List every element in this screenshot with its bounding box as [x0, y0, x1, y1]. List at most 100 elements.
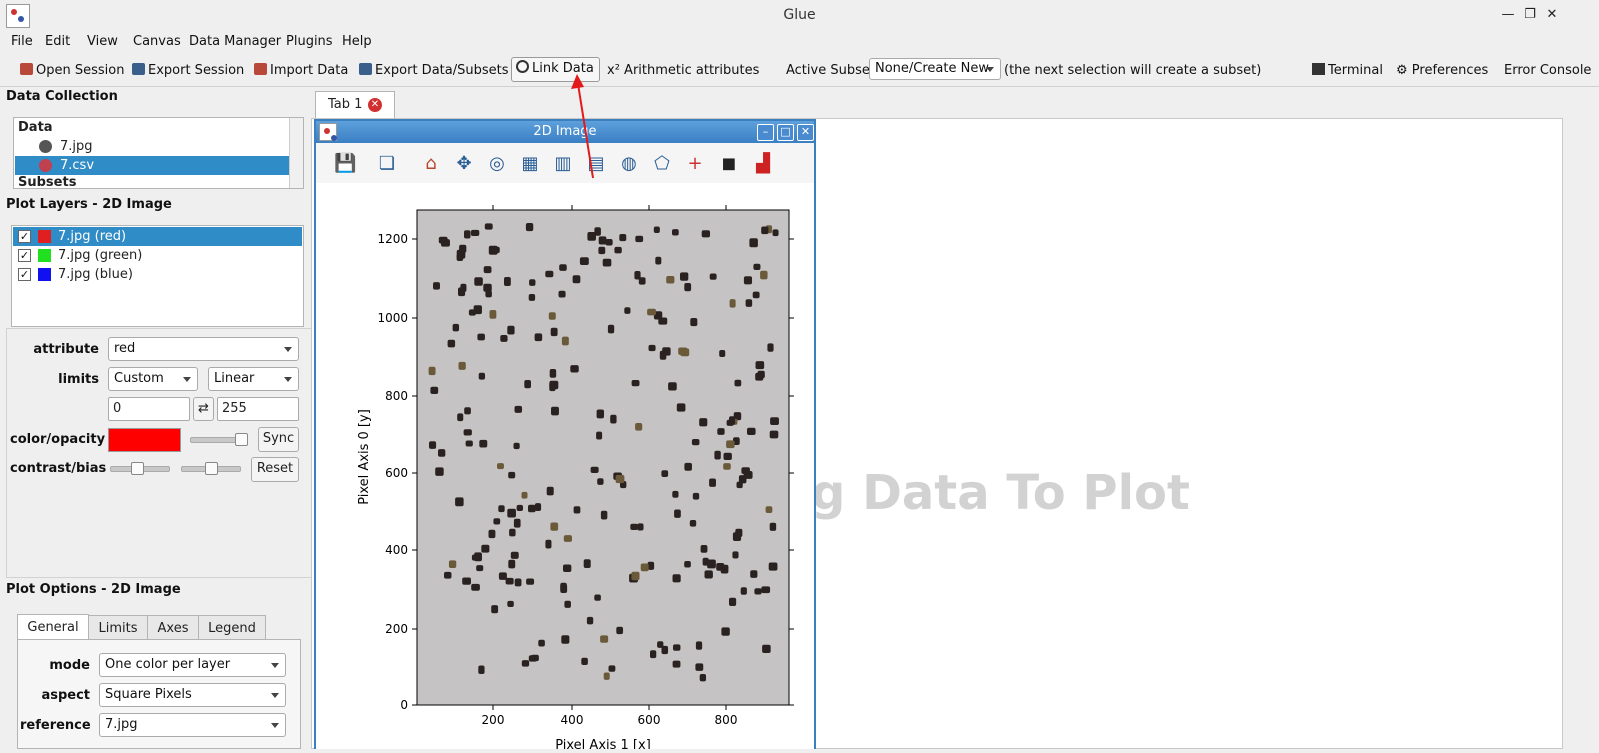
attribute-label: attribute — [33, 342, 99, 357]
image-viewer-window[interactable]: 2D Image – □ ✕ 💾 ❏ ⌂ ✥ ◎ ▦ ▥ ▤ ◍ ⬠ + ◼ ▟… — [314, 119, 816, 753]
import-data-button[interactable]: Import Data — [254, 61, 348, 81]
speck — [635, 235, 644, 243]
home-icon[interactable]: ⌂ — [420, 153, 442, 175]
data-collection-title: Data Collection — [6, 89, 118, 104]
mode-value: One color per layer — [105, 657, 231, 672]
y-tick-label: 600 — [385, 466, 408, 480]
minimize-icon[interactable]: — — [1500, 7, 1516, 23]
limit-min-input[interactable]: 0 — [108, 397, 190, 421]
list-scrollbar[interactable] — [289, 118, 303, 188]
speck — [508, 471, 516, 479]
layer-blue[interactable]: ✓ 7.jpg (blue) — [13, 265, 302, 284]
limits-scale-combo[interactable]: Linear — [208, 367, 299, 391]
arithmetic-attributes-button[interactable]: x² Arithmetic attributes — [607, 61, 759, 81]
close-icon[interactable]: ✕ — [1544, 7, 1560, 23]
mode-combo[interactable]: One color per layer — [99, 653, 286, 677]
histogram-icon[interactable]: ▟ — [752, 153, 774, 175]
terminal-button[interactable]: Terminal — [1312, 61, 1383, 81]
contrast-slider-handle[interactable] — [131, 462, 145, 475]
speck — [635, 423, 643, 431]
speck — [598, 236, 607, 245]
chevron-down-icon — [271, 663, 279, 668]
menu-view[interactable]: View — [87, 34, 118, 49]
speck — [548, 312, 556, 320]
viewer-minimize-icon[interactable]: – — [757, 124, 774, 141]
speck — [560, 584, 568, 594]
viewer-close-icon[interactable]: ✕ — [797, 124, 814, 141]
data-item-jpg[interactable]: 7.jpg — [15, 137, 302, 156]
crosshair-icon[interactable]: + — [684, 153, 706, 175]
checkbox[interactable]: ✓ — [18, 230, 31, 243]
export-session-button[interactable]: Export Session — [132, 61, 244, 81]
speck — [435, 467, 444, 476]
close-tab-icon[interactable]: ✕ — [368, 98, 382, 112]
sync-button[interactable]: Sync — [258, 427, 299, 452]
preferences-button[interactable]: ⚙ Preferences — [1396, 61, 1488, 81]
tab-legend[interactable]: Legend — [198, 615, 266, 640]
reference-combo[interactable]: 7.jpg — [99, 713, 286, 737]
contrast-icon[interactable]: ◼ — [718, 153, 740, 175]
image-plot[interactable]: 1200 1000 800 600 400 200 0 200 400 600 800 Pixel… — [316, 183, 814, 753]
aspect-combo[interactable]: Square Pixels — [99, 683, 286, 707]
opacity-slider-handle[interactable] — [235, 433, 249, 446]
reset-button[interactable]: Reset — [251, 457, 299, 482]
speck — [699, 418, 708, 427]
swap-limits-button[interactable]: ⇄ — [193, 397, 214, 421]
menu-plugins[interactable]: Plugins — [286, 34, 333, 49]
checkbox[interactable]: ✓ — [18, 249, 31, 262]
zoom-icon[interactable]: ◎ — [486, 153, 508, 175]
speck — [666, 276, 675, 284]
save-icon[interactable]: 💾 — [334, 153, 356, 175]
speck — [529, 279, 536, 286]
menu-edit[interactable]: Edit — [45, 34, 70, 49]
chevron-down-icon — [271, 693, 279, 698]
bias-slider-handle[interactable] — [205, 462, 218, 475]
tab-1[interactable]: Tab 1 ✕ — [315, 91, 395, 119]
menu-help[interactable]: Help — [342, 34, 372, 49]
data-header: Data — [18, 120, 53, 135]
tab-axes[interactable]: Axes — [147, 615, 199, 640]
speck — [507, 600, 514, 608]
tab-limits[interactable]: Limits — [88, 615, 148, 640]
menu-canvas[interactable]: Canvas — [133, 34, 181, 49]
speck — [594, 594, 601, 601]
plot-canvas[interactable]: 1200 1000 800 600 400 200 0 200 400 600 800 Pixel… — [316, 183, 814, 753]
speck — [507, 508, 516, 518]
circle-select-icon[interactable]: ◍ — [618, 153, 640, 175]
window-title: Glue — [783, 7, 816, 23]
speck — [508, 559, 516, 569]
speck — [596, 409, 605, 419]
color-swatch-button[interactable] — [108, 428, 181, 452]
speck — [680, 272, 689, 281]
speck — [433, 282, 440, 290]
layers-icon[interactable]: ❏ — [376, 153, 398, 175]
layer-green[interactable]: ✓ 7.jpg (green) — [13, 246, 302, 265]
tab-general[interactable]: General — [17, 614, 89, 639]
speck — [662, 347, 671, 356]
error-console-button[interactable]: Error Console — [1504, 61, 1591, 81]
export-data-button[interactable]: Export Data/Subsets — [359, 61, 509, 81]
menu-data-manager[interactable]: Data Manager — [189, 34, 281, 49]
chevron-down-icon — [183, 377, 191, 382]
rectangle-select-icon[interactable]: ▦ — [519, 153, 541, 175]
restore-icon[interactable]: ❐ — [1522, 7, 1538, 23]
speck — [750, 570, 758, 578]
speck — [524, 380, 531, 389]
viewer-maximize-icon[interactable]: □ — [777, 124, 794, 141]
polygon-select-icon[interactable]: ⬠ — [651, 153, 673, 175]
limits-mode-combo[interactable]: Custom — [108, 367, 198, 391]
speck — [691, 439, 700, 446]
speck — [477, 333, 485, 341]
active-subset-combo[interactable]: None/Create New — [869, 58, 1001, 80]
checkbox[interactable]: ✓ — [18, 268, 31, 281]
speck — [464, 230, 471, 239]
menu-file[interactable]: File — [11, 34, 33, 49]
attribute-combo[interactable]: red — [108, 337, 299, 361]
speck — [672, 229, 679, 236]
speck — [550, 522, 559, 531]
limit-max-input[interactable]: 255 — [217, 397, 299, 421]
pan-icon[interactable]: ✥ — [453, 153, 475, 175]
open-session-button[interactable]: Open Session — [20, 61, 124, 81]
layer-red[interactable]: ✓ 7.jpg (red) — [13, 227, 302, 246]
speck — [474, 552, 482, 562]
